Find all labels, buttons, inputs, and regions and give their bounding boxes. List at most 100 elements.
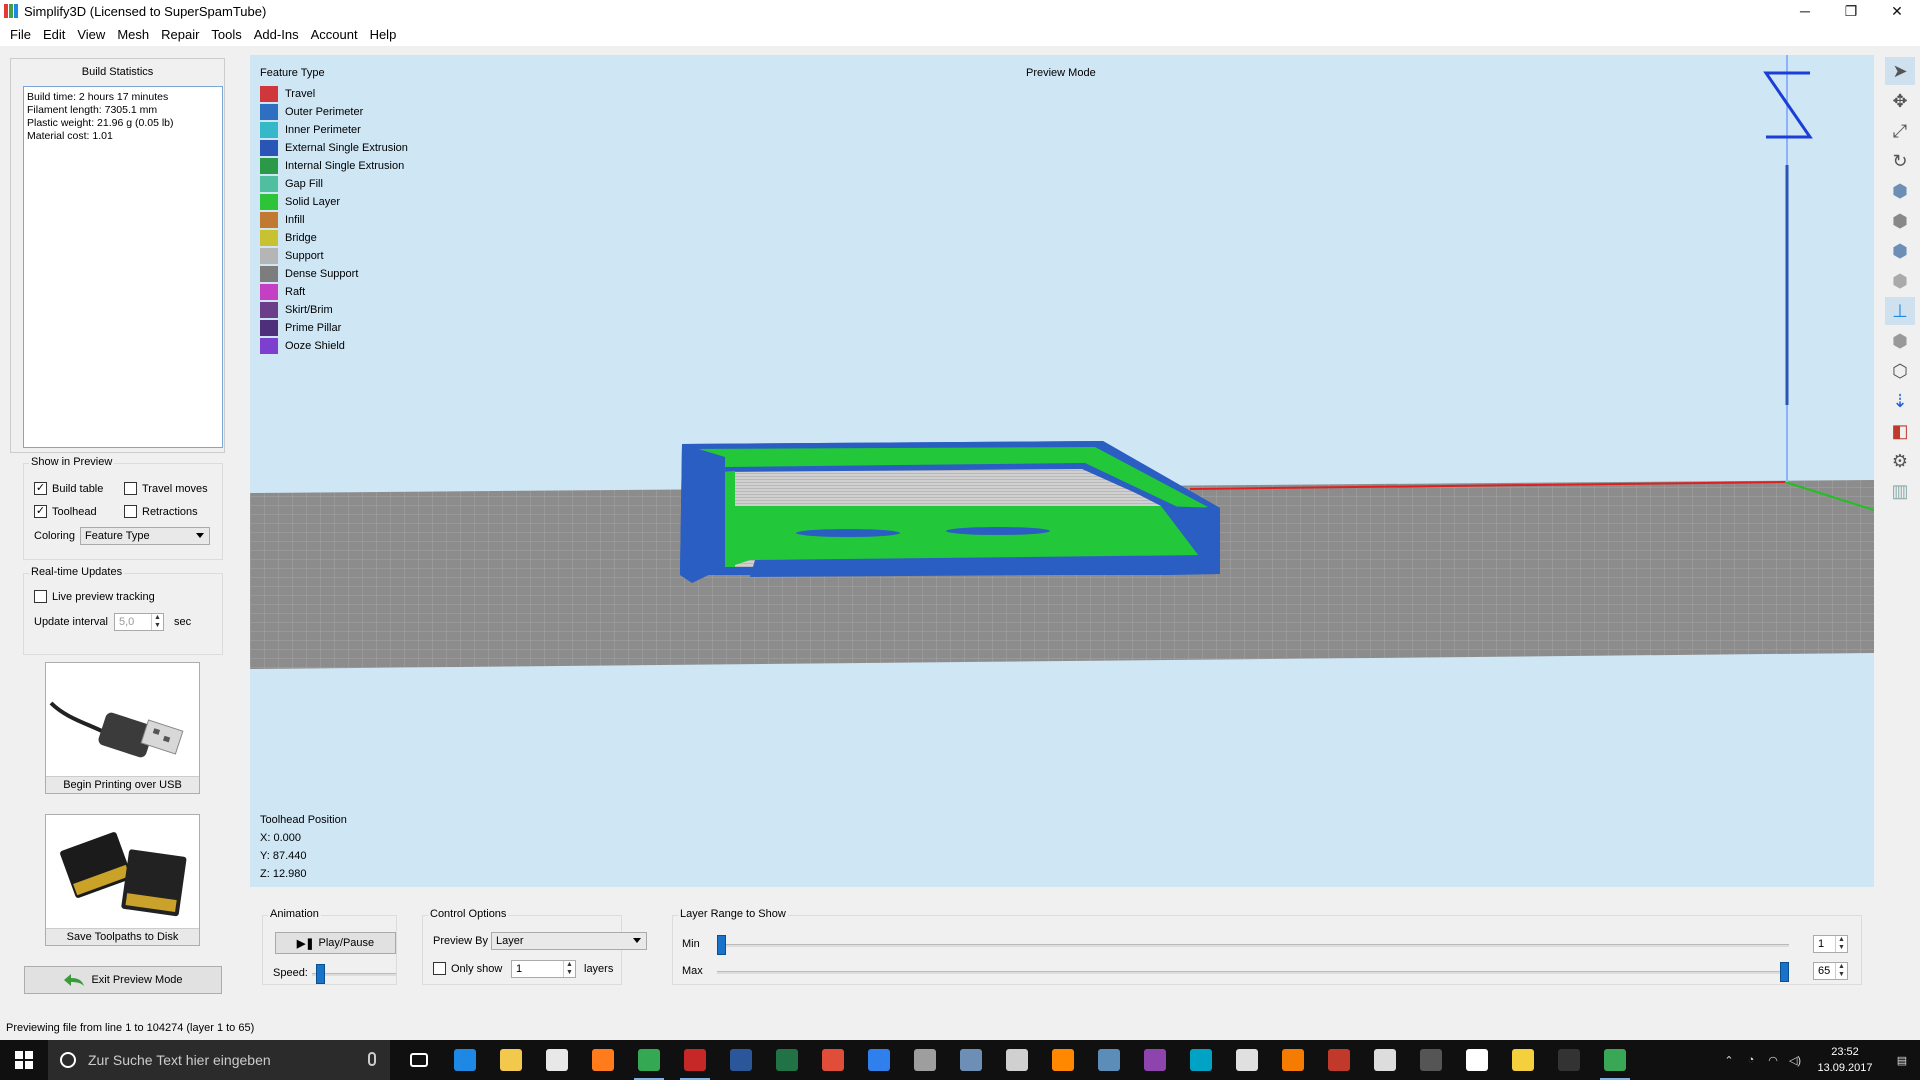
app-gun-icon[interactable] xyxy=(902,1040,948,1080)
firefox-icon[interactable] xyxy=(580,1040,626,1080)
app-cloud-icon[interactable] xyxy=(994,1040,1040,1080)
preview-by-select[interactable]: Layer xyxy=(491,932,647,950)
solid-view-icon[interactable]: ⬢ xyxy=(1885,327,1915,355)
notifications-icon[interactable]: ▤ xyxy=(1884,1040,1920,1080)
legend-swatch xyxy=(260,158,278,174)
retractions-checkbox[interactable]: Retractions xyxy=(124,505,198,518)
min-slider-track[interactable] xyxy=(717,944,1789,947)
scale-icon[interactable]: ⤢ xyxy=(1885,117,1915,145)
legend-swatch xyxy=(260,194,278,210)
store-icon[interactable] xyxy=(534,1040,580,1080)
menu-mesh[interactable]: Mesh xyxy=(111,27,155,42)
taskbar-search[interactable]: Zur Suche Text hier eingeben xyxy=(48,1040,390,1080)
chrome-icon[interactable] xyxy=(626,1040,672,1080)
edge-icon[interactable] xyxy=(442,1040,488,1080)
acrobat-icon[interactable] xyxy=(810,1040,856,1080)
update-interval-spinner[interactable]: 5,0 ▲ ▼ xyxy=(114,613,164,631)
min-layer-spinner[interactable]: 1 ▲ ▼ xyxy=(1813,935,1848,953)
retractions-check[interactable] xyxy=(124,505,137,518)
spinner-arrows-icon[interactable]: ▲ ▼ xyxy=(1835,963,1847,979)
max-slider-thumb[interactable] xyxy=(1780,962,1789,982)
menu-add-ins[interactable]: Add-Ins xyxy=(248,27,305,42)
excel-icon[interactable] xyxy=(764,1040,810,1080)
view-cube-side-icon[interactable]: ⬢ xyxy=(1885,237,1915,265)
blender-icon[interactable] xyxy=(1270,1040,1316,1080)
menu-edit[interactable]: Edit xyxy=(37,27,71,42)
travel-moves-check[interactable] xyxy=(124,482,137,495)
spinner-arrows-icon[interactable]: ▲ ▼ xyxy=(151,614,163,630)
axes-icon[interactable]: ⊥ xyxy=(1885,297,1915,325)
menu-account[interactable]: Account xyxy=(305,27,364,42)
exit-preview-button[interactable]: Exit Preview Mode xyxy=(24,966,222,994)
z-axis-icon[interactable]: ⇣ xyxy=(1885,387,1915,415)
printed-object xyxy=(680,441,1220,583)
begin-printing-usb-button[interactable]: Begin Printing over USB xyxy=(45,662,200,794)
minimize-button[interactable]: ─ xyxy=(1782,0,1828,22)
close-button[interactable]: ✕ xyxy=(1874,0,1920,22)
rotate-icon[interactable]: ↻ xyxy=(1885,147,1915,175)
spinner-arrows-icon[interactable]: ▲ ▼ xyxy=(1835,936,1847,952)
menu-file[interactable]: File xyxy=(4,27,37,42)
only-show-check[interactable] xyxy=(433,962,446,975)
spinner-arrows-icon[interactable]: ▲ ▼ xyxy=(563,961,575,977)
calculator-icon[interactable] xyxy=(1224,1040,1270,1080)
app-red2-icon[interactable] xyxy=(1316,1040,1362,1080)
min-slider-thumb[interactable] xyxy=(717,935,726,955)
coloring-select[interactable]: Feature Type xyxy=(80,527,210,545)
toolhead-checkbox[interactable]: ✓ Toolhead xyxy=(34,505,97,518)
live-preview-tracking-checkbox[interactable]: Live preview tracking xyxy=(34,590,155,603)
windows-start-icon[interactable] xyxy=(0,1040,48,1080)
only-show-checkbox[interactable]: Only show xyxy=(433,962,502,975)
3d-viewport[interactable]: Feature Type Travel Outer Perimeter Inner … xyxy=(250,55,1874,887)
simplify3d-icon[interactable] xyxy=(1592,1040,1638,1080)
live-preview-tracking-check[interactable] xyxy=(34,590,47,603)
support-icon[interactable]: ▥ xyxy=(1885,477,1915,505)
max-slider-track[interactable] xyxy=(717,971,1789,974)
app-dark-icon[interactable] xyxy=(1408,1040,1454,1080)
app-blue-icon[interactable] xyxy=(856,1040,902,1080)
app-red-icon[interactable] xyxy=(672,1040,718,1080)
toolhead-check[interactable]: ✓ xyxy=(34,505,47,518)
view-cube-iso-icon[interactable]: ⬢ xyxy=(1885,267,1915,295)
clock[interactable]: 23:52 13.09.2017 xyxy=(1806,1044,1884,1076)
select-icon[interactable]: ➤ xyxy=(1885,57,1915,85)
max-layer-spinner[interactable]: 65 ▲ ▼ xyxy=(1813,962,1848,980)
menu-view[interactable]: View xyxy=(71,27,111,42)
build-table-checkbox[interactable]: ✓ Build table xyxy=(34,482,103,495)
network-icon[interactable]: ◔ xyxy=(1740,1040,1762,1080)
sticky-notes-icon[interactable] xyxy=(1500,1040,1546,1080)
app-white-icon[interactable] xyxy=(1362,1040,1408,1080)
travel-moves-checkbox[interactable]: Travel moves xyxy=(124,482,208,495)
mail-icon[interactable] xyxy=(1454,1040,1500,1080)
vlc-icon[interactable] xyxy=(1040,1040,1086,1080)
speed-slider-thumb[interactable] xyxy=(316,964,326,984)
view-cube-top-icon[interactable]: ⬢ xyxy=(1885,207,1915,235)
menu-help[interactable]: Help xyxy=(364,27,403,42)
volume-icon[interactable]: ◁) xyxy=(1784,1040,1806,1080)
move-icon[interactable]: ✥ xyxy=(1885,87,1915,115)
cut-view-icon[interactable]: ◧ xyxy=(1885,417,1915,445)
settings-gear-icon[interactable]: ⚙ xyxy=(1885,447,1915,475)
app-photo-icon[interactable] xyxy=(948,1040,994,1080)
app-cyan-icon[interactable] xyxy=(1178,1040,1224,1080)
only-show-label: Only show xyxy=(451,962,503,975)
taskbar: Zur Suche Text hier eingeben ⌃ ◔ ◠ ◁) 23… xyxy=(0,1040,1920,1080)
only-show-spinner[interactable]: 1 ▲ ▼ xyxy=(511,960,576,978)
play-pause-button[interactable]: ▶❚ Play/Pause xyxy=(275,932,396,954)
microphone-icon[interactable] xyxy=(368,1052,376,1066)
word-icon[interactable] xyxy=(718,1040,764,1080)
terminal-icon[interactable] xyxy=(1546,1040,1592,1080)
wifi-icon[interactable]: ◠ xyxy=(1762,1040,1784,1080)
menu-tools[interactable]: Tools xyxy=(205,27,247,42)
view-cube-front-icon[interactable]: ⬢ xyxy=(1885,177,1915,205)
maximize-button[interactable]: ❐ xyxy=(1828,0,1874,22)
task-view-icon[interactable] xyxy=(396,1040,442,1080)
menu-repair[interactable]: Repair xyxy=(155,27,205,42)
wireframe-icon[interactable]: ⬡ xyxy=(1885,357,1915,385)
build-table-check[interactable]: ✓ xyxy=(34,482,47,495)
steam-icon[interactable] xyxy=(1086,1040,1132,1080)
explorer-icon[interactable] xyxy=(488,1040,534,1080)
chevron-up-icon[interactable]: ⌃ xyxy=(1718,1040,1740,1080)
save-toolpaths-button[interactable]: Save Toolpaths to Disk xyxy=(45,814,200,946)
app-purple-icon[interactable] xyxy=(1132,1040,1178,1080)
